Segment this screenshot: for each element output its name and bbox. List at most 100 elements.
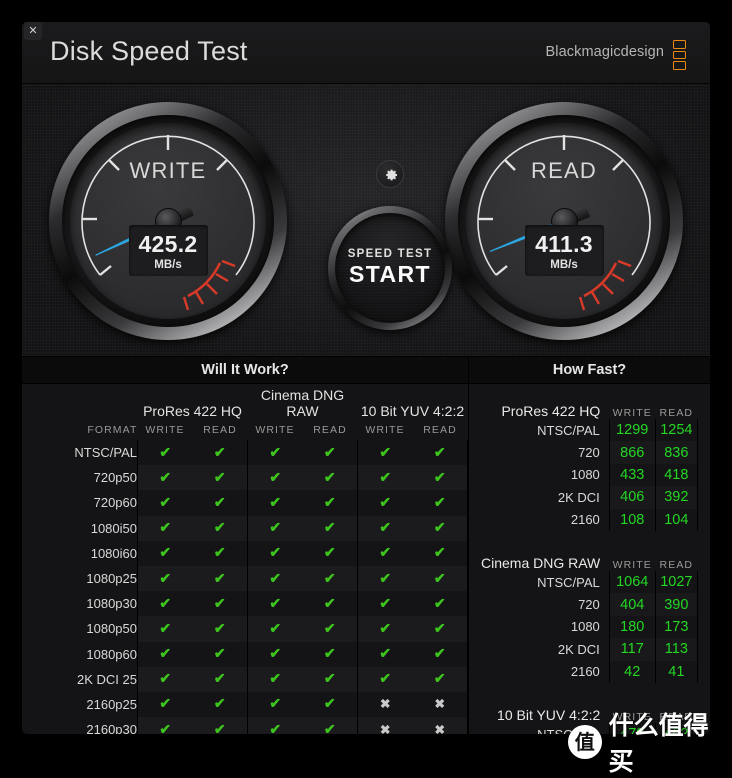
section-spacer [481, 531, 698, 543]
support-cell: ✔ [247, 490, 303, 516]
support-cell: ✔ [137, 641, 193, 667]
check-icon: ✔ [323, 594, 336, 611]
format-label: 1080i60 [90, 545, 137, 561]
support-cell: ✔ [137, 440, 193, 466]
resolution-label: NTSC/PAL [537, 574, 600, 590]
read-speed-value: 836 [654, 441, 699, 464]
support-cell: ✖ [412, 691, 468, 718]
support-cell: ✔ [193, 692, 248, 717]
support-cell: ✔ [247, 717, 303, 734]
support-cell: ✔ [357, 565, 413, 592]
support-cell: ✔ [137, 591, 193, 617]
gear-icon [386, 169, 397, 181]
check-icon: ✔ [433, 443, 446, 460]
table-row: NTSC/PAL 1299 1254 [481, 419, 699, 442]
support-cell: ✔ [357, 641, 413, 667]
check-icon: ✔ [159, 569, 172, 586]
resolution-label: 720 [578, 445, 600, 461]
read-value: 411.3 [535, 231, 593, 257]
cross-icon: ✖ [434, 722, 445, 734]
check-icon: ✔ [213, 594, 226, 611]
format-label: 1080p60 [86, 646, 137, 662]
read-speed-value: 173 [654, 615, 699, 639]
support-cell: ✔ [137, 691, 193, 718]
check-icon: ✔ [159, 544, 172, 561]
settings-button[interactable] [376, 160, 404, 188]
check-icon: ✔ [379, 493, 392, 510]
table-row: 720 866 836 [481, 441, 699, 464]
support-cell: ✖ [412, 717, 468, 734]
check-icon: ✔ [269, 519, 282, 536]
check-icon: ✔ [213, 443, 226, 460]
table-row: 1080p25 ✔ ✔ ✔ ✔ ✔ ✔ [48, 565, 468, 592]
resolution-label: 720 [578, 597, 600, 613]
watermark: 值 什么值得买 [568, 706, 732, 778]
check-icon: ✔ [433, 493, 446, 510]
check-icon: ✔ [433, 569, 446, 586]
support-cell: ✔ [303, 692, 358, 717]
resolution-label: 2K DCI [557, 489, 600, 505]
will-it-work-title: Will It Work? [22, 357, 468, 384]
support-cell: ✔ [192, 515, 248, 541]
support-cell: ✔ [192, 616, 248, 642]
close-button[interactable]: ✕ [24, 22, 42, 40]
support-cell: ✔ [137, 666, 193, 692]
support-cell: ✔ [192, 465, 248, 491]
table-row: 1080p30 ✔ ✔ ✔ ✔ ✔ ✔ [48, 591, 468, 617]
check-icon: ✔ [213, 544, 226, 561]
check-icon: ✔ [323, 544, 336, 561]
format-label: 2160p30 [86, 722, 137, 734]
table-row: NTSC/PAL ✔ ✔ ✔ ✔ ✔ ✔ [48, 440, 468, 466]
support-cell: ✖ [357, 717, 413, 734]
check-icon: ✔ [159, 519, 172, 536]
write-unit: MB/s [154, 259, 182, 271]
check-icon: ✔ [213, 670, 226, 687]
support-cell: ✔ [247, 515, 303, 541]
check-icon: ✔ [323, 619, 336, 636]
format-label: 1080p50 [86, 621, 137, 637]
table-row: 720p50 ✔ ✔ ✔ ✔ ✔ ✔ [48, 465, 468, 491]
format-label: 720p50 [93, 470, 137, 486]
support-cell: ✔ [137, 540, 193, 566]
table-row: 1080 180 173 [481, 615, 699, 639]
table-row: 2160p25 ✔ ✔ ✔ ✔ ✖ ✖ [48, 691, 468, 718]
check-icon: ✔ [433, 670, 446, 687]
support-cell: ✔ [412, 490, 468, 516]
resolution-label: 1080 [570, 619, 600, 635]
sub-header-write: WRITE [145, 423, 185, 436]
speed-test-start-button[interactable]: SPEED TEST START [328, 206, 452, 330]
support-cell: ✔ [302, 616, 358, 642]
check-icon: ✔ [213, 519, 226, 536]
check-icon: ✔ [213, 569, 226, 586]
check-icon: ✔ [269, 468, 282, 485]
write-readout: 425.2 MB/s [128, 225, 208, 276]
support-cell: ✔ [247, 440, 303, 466]
disk-speed-test-window: Disk Speed Test Blackmagicdesign WRITE 4… [22, 22, 710, 734]
check-icon: ✔ [159, 493, 172, 510]
check-icon: ✔ [433, 619, 446, 636]
write-speed-value: 117 [608, 638, 656, 661]
table-row: 2160 108 104 [481, 508, 699, 531]
section-header-row: Cinema DNG RAW WRITE READ [481, 543, 698, 571]
read-speed-value: 41 [654, 660, 699, 683]
support-cell: ✔ [247, 616, 303, 642]
how-fast-panel: How Fast? ProRes 422 HQ WRITE READ NTSC/PAL… [469, 357, 710, 734]
resolution-label: 2K DCI [557, 641, 600, 657]
support-cell: ✔ [303, 591, 358, 616]
check-icon: ✔ [213, 468, 226, 485]
support-cell: ✔ [303, 541, 358, 566]
check-icon: ✔ [323, 519, 336, 536]
write-speed-value: 1064 [608, 570, 656, 594]
section-header-row: ProRes 422 HQ WRITE READ [481, 391, 698, 419]
support-cell: ✔ [412, 515, 468, 541]
table-row: 2160 42 41 [481, 660, 699, 683]
support-cell: ✔ [193, 440, 248, 465]
check-icon: ✔ [323, 468, 336, 485]
check-icon: ✔ [159, 720, 172, 734]
read-speed-value: 104 [654, 508, 699, 531]
write-speed-value: 1299 [608, 419, 656, 442]
resolution-label: 1080 [570, 467, 600, 483]
check-icon: ✔ [379, 468, 392, 485]
check-icon: ✔ [433, 645, 446, 662]
sub-header-write: WRITE [612, 407, 652, 419]
